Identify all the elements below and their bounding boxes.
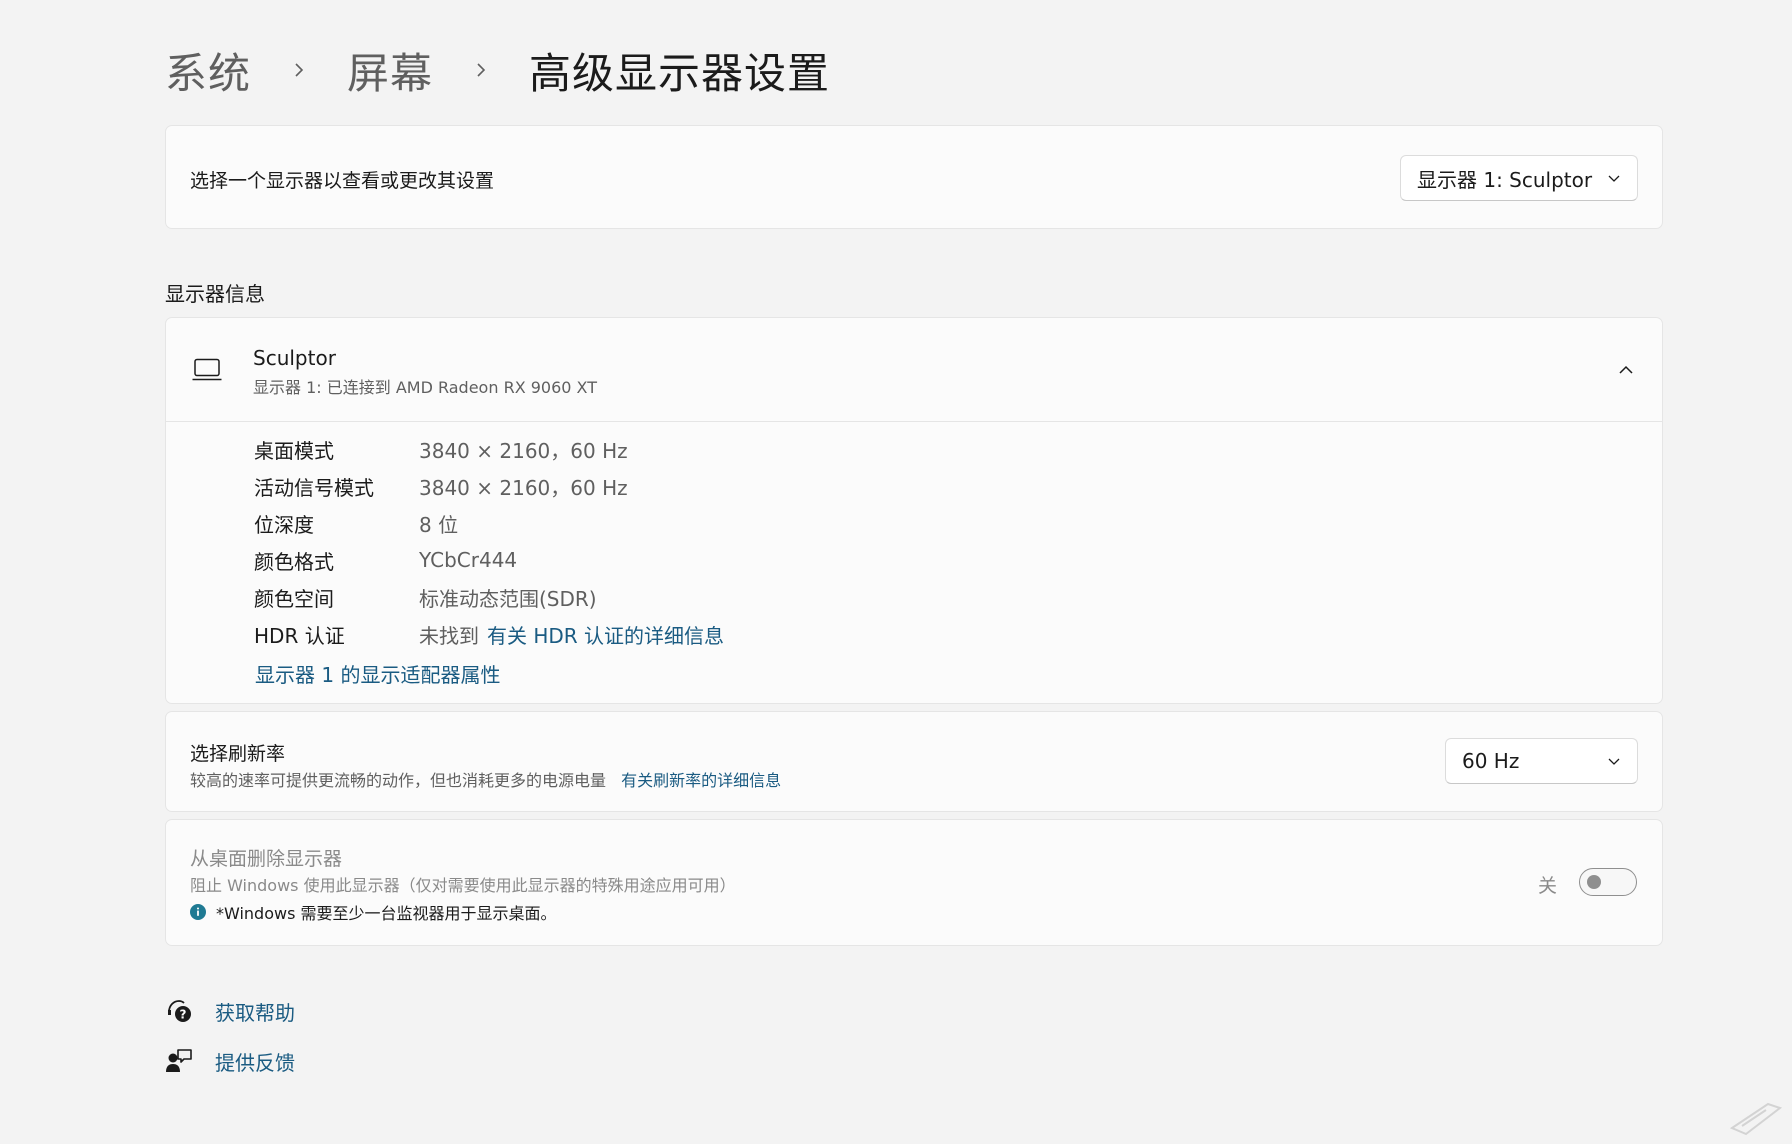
laptop-icon [192,358,222,381]
display-info-header[interactable]: Sculptor 显示器 1: 已连接到 AMD Radeon RX 9060 … [166,318,1662,422]
page-title: 高级显示器设置 [529,48,831,98]
svg-text:?: ? [180,1008,187,1022]
display-name: Sculptor [253,346,336,370]
info-value: 8 位 [419,512,459,537]
info-row-bit-depth: 位深度 8 位 [254,508,458,538]
give-feedback-label: 提供反馈 [215,1050,295,1075]
refresh-rate-description: 较高的速率可提供更流畅的动作，但也消耗更多的电源电量 [190,771,607,790]
display-select-card: 选择一个显示器以查看或更改其设置 显示器 1: Sculptor [165,125,1663,229]
give-feedback-link[interactable]: 提供反馈 [165,1044,295,1078]
remove-display-label: 从桌面删除显示器 [190,848,343,870]
breadcrumb-item-display[interactable]: 屏幕 [347,40,433,101]
info-icon [190,904,206,920]
remove-display-description: 阻止 Windows 使用此显示器（仅对需要使用此显示器的特殊用途应用可用） [190,876,736,895]
display-subtitle: 显示器 1: 已连接到 AMD Radeon RX 9060 XT [253,378,597,397]
refresh-rate-dropdown[interactable]: 60 Hz [1445,738,1638,784]
watermark-logo-icon [1729,1102,1783,1136]
refresh-rate-details-link[interactable]: 有关刷新率的详细信息 [621,771,781,790]
info-row-active-signal-mode: 活动信号模式 3840 × 2160，60 Hz [254,471,628,501]
chevron-right-icon [453,42,509,98]
adapter-properties-link[interactable]: 显示器 1 的显示适配器属性 [255,659,500,688]
get-help-label: 获取帮助 [215,1000,295,1025]
remove-display-note: *Windows 需要至少一台监视器用于显示桌面。 [190,900,557,924]
display-info-card: Sculptor 显示器 1: 已连接到 AMD Radeon RX 9060 … [165,317,1663,704]
info-row-color-space: 颜色空间 标准动态范围(SDR) [254,582,597,612]
info-key: 位深度 [254,512,314,537]
info-value: 3840 × 2160，60 Hz [419,475,628,500]
refresh-rate-label: 选择刷新率 [190,743,286,765]
remove-display-toggle[interactable] [1579,868,1637,896]
remove-display-note-text: *Windows 需要至少一台监视器用于显示桌面。 [216,904,557,923]
chevron-down-icon [1608,175,1620,182]
chevron-up-icon [1619,365,1633,374]
get-help-link[interactable]: ? 获取帮助 [165,994,295,1028]
info-row-hdr-certification: HDR 认证 未找到 有关 HDR 认证的详细信息 [254,619,724,649]
refresh-rate-value: 60 Hz [1462,749,1520,773]
display-select-dropdown[interactable]: 显示器 1: Sculptor [1400,155,1638,201]
info-row-color-format: 颜色格式 YCbCr444 [254,545,517,575]
info-key: 活动信号模式 [254,475,374,500]
display-select-label: 选择一个显示器以查看或更改其设置 [190,170,495,192]
help-icon: ? [168,1000,191,1022]
chevron-right-icon [271,42,327,98]
breadcrumb: 系统 屏幕 高级显示器设置 [165,42,830,98]
info-key: HDR 认证 [254,623,345,648]
info-value: 3840 × 2160，60 Hz [419,438,628,463]
feedback-icon [166,1049,192,1072]
info-value: 未找到 [419,623,479,648]
toggle-state-label: 关 [1538,875,1558,897]
info-row-desktop-mode: 桌面模式 3840 × 2160，60 Hz [254,434,628,464]
display-info-heading: 显示器信息 [165,282,265,306]
chevron-down-icon [1608,758,1620,765]
info-value: YCbCr444 [419,548,518,572]
info-key: 颜色空间 [254,586,334,611]
breadcrumb-item-system[interactable]: 系统 [165,40,251,101]
info-value: 标准动态范围(SDR) [419,586,597,611]
adapter-properties-row: 显示器 1 的显示适配器属性 [255,658,500,688]
refresh-rate-card: 选择刷新率 较高的速率可提供更流畅的动作，但也消耗更多的电源电量 有关刷新率的详… [165,711,1663,812]
display-select-value: 显示器 1: Sculptor [1417,167,1593,192]
remove-display-card: 从桌面删除显示器 阻止 Windows 使用此显示器（仅对需要使用此显示器的特殊… [165,819,1663,946]
info-key: 桌面模式 [254,438,334,463]
toggle-knob [1587,875,1601,889]
hdr-details-link[interactable]: 有关 HDR 认证的详细信息 [487,620,724,649]
refresh-rate-description-line: 较高的速率可提供更流畅的动作，但也消耗更多的电源电量 有关刷新率的详细信息 [190,767,781,791]
info-key: 颜色格式 [254,549,334,574]
